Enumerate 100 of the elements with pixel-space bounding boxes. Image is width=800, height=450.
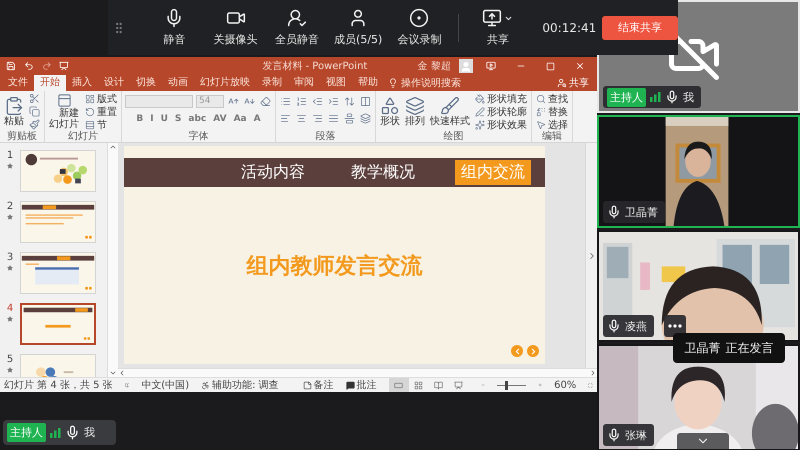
presentation-icon[interactable]: [59, 61, 70, 71]
ribbon-button[interactable]: 新建幻灯片: [48, 93, 81, 130]
ribbon-button[interactable]: 粘贴: [3, 96, 25, 127]
format-button[interactable]: A: [252, 112, 263, 125]
ribbon-button[interactable]: 替换: [535, 105, 569, 118]
ribbon-tab[interactable]: 设计: [98, 75, 130, 91]
scrollbar[interactable]: [107, 143, 118, 377]
scroll-up-icon[interactable]: [109, 143, 117, 151]
arrange-icon: [405, 96, 425, 116]
ribbon-button[interactable]: 排列: [404, 96, 426, 127]
font-field[interactable]: [125, 95, 193, 108]
toolbar-button[interactable]: 静音: [144, 8, 205, 47]
collapse-button[interactable]: [677, 433, 729, 449]
ribbon-icon-button[interactable]: [311, 112, 324, 125]
ribbon-icon-button[interactable]: [343, 112, 356, 125]
share-button[interactable]: 共享: [549, 75, 597, 91]
star-icon: [7, 316, 13, 322]
format-button[interactable]: S: [172, 112, 184, 125]
ribbon-icon-button[interactable]: [295, 95, 308, 108]
format-button[interactable]: abc: [186, 112, 208, 125]
slide-number: 4: [6, 303, 14, 314]
microphone-icon[interactable]: [65, 425, 80, 440]
slide-number: 2: [6, 201, 14, 212]
ribbon-icon-button[interactable]: [359, 95, 372, 108]
ribbon-button[interactable]: 选择: [535, 118, 569, 131]
scroll-right-icon[interactable]: [589, 369, 597, 377]
spelling-icon[interactable]: [124, 380, 130, 390]
ribbon-icon-button[interactable]: [327, 95, 340, 108]
grid-icon: [414, 380, 424, 390]
section-label: 教学概况: [350, 161, 416, 183]
ribbon-icon-button[interactable]: [359, 112, 372, 125]
format-button[interactable]: Aa: [232, 112, 249, 125]
notes-button[interactable]: 备注: [302, 378, 334, 392]
toolbar-button[interactable]: 全员静音: [266, 8, 328, 47]
close-icon[interactable]: [575, 61, 586, 71]
ribbon-tab[interactable]: 切换: [130, 75, 162, 91]
toolbar-button[interactable]: 会议录制: [388, 8, 450, 47]
comments-button[interactable]: 批注: [346, 378, 377, 392]
video-tile[interactable]: 卫晶菁: [597, 115, 800, 228]
ribbon-tab[interactable]: 幻灯片放映: [194, 75, 256, 91]
format-button[interactable]: B: [134, 112, 146, 125]
ribbon-icon-button[interactable]: [311, 95, 324, 108]
ribbon-icon-button[interactable]: [343, 95, 356, 108]
ribbon-icon-button[interactable]: [259, 95, 272, 108]
zoom-level: 60%: [554, 378, 576, 392]
align-right-icon: [312, 113, 323, 124]
rows-icon: [85, 120, 95, 130]
ribbon-icon-button[interactable]: [28, 118, 41, 131]
ribbon-tab[interactable]: 审阅: [288, 75, 320, 91]
video-tile[interactable]: 凌燕: [597, 230, 800, 342]
rectangle-icon: [394, 380, 404, 390]
undo-icon[interactable]: [24, 61, 34, 71]
ribbon-tab[interactable]: 开始: [34, 75, 66, 91]
display-icon[interactable]: [486, 61, 496, 71]
redo-icon[interactable]: [42, 61, 52, 71]
toolbar-button[interactable]: 关摄像头: [204, 8, 266, 47]
fit-icon[interactable]: [588, 380, 593, 390]
ribbon-tab[interactable]: 录制: [256, 75, 288, 91]
ribbon-icon-button[interactable]: [279, 112, 292, 125]
ribbon-icon-button[interactable]: [327, 112, 340, 125]
accessibility-button[interactable]: 辅助功能: 调查: [201, 378, 279, 392]
maximize-icon[interactable]: [546, 62, 556, 70]
ribbon-button[interactable]: 形状轮廓: [474, 105, 528, 118]
ribbon-tab[interactable]: 动画: [162, 75, 194, 91]
ribbon-icon-button[interactable]: [295, 112, 308, 125]
ribbon-tab[interactable]: 文件: [2, 75, 34, 91]
ribbon-button[interactable]: 快速样式: [429, 96, 471, 127]
scrollbar[interactable]: [585, 143, 597, 368]
monitor-icon: [482, 8, 502, 28]
toolbar-button[interactable]: 共享: [467, 8, 528, 47]
ribbon-button[interactable]: 重置: [84, 105, 118, 118]
participant-name: 凌燕: [625, 318, 647, 334]
fill-icon: [475, 94, 485, 104]
slide-count: 幻灯片 第 4 张，共 5 张: [4, 378, 113, 392]
format-button[interactable]: U: [158, 112, 170, 125]
slide-thumbnail[interactable]: [20, 303, 96, 345]
format-button[interactable]: AV: [211, 112, 229, 125]
scrollbar[interactable]: [118, 368, 597, 377]
ribbon-icon-button[interactable]: [28, 105, 41, 118]
normal-view-button[interactable]: [388, 378, 409, 392]
ribbon-tab[interactable]: 视图: [320, 75, 352, 91]
ribbon-button[interactable]: 形状填充: [474, 92, 528, 105]
ribbon-tab[interactable]: 帮助: [352, 75, 384, 91]
ribbon-button[interactable]: 版式: [84, 92, 118, 105]
format-button[interactable]: I: [148, 112, 156, 125]
save-icon[interactable]: [6, 61, 16, 71]
toolbar-button[interactable]: 成员(5/5): [328, 8, 389, 47]
more-button[interactable]: [664, 315, 686, 337]
ribbon-button[interactable]: 形状效果: [474, 118, 528, 131]
scroll-left-icon[interactable]: [118, 369, 126, 377]
ribbon-button[interactable]: 形状: [379, 96, 401, 127]
avatar-icon[interactable]: [458, 59, 473, 73]
scroll-down-icon[interactable]: [109, 369, 117, 377]
zoom-thumb[interactable]: [504, 380, 508, 390]
ribbon-button[interactable]: 节: [84, 118, 108, 131]
ribbon-button[interactable]: 查找: [535, 92, 569, 105]
section-label: 活动内容: [240, 161, 306, 183]
tell-me-search[interactable]: 操作说明搜索: [384, 75, 465, 91]
ribbon-tab[interactable]: 插入: [66, 75, 98, 91]
ribbon-icon-button[interactable]: [28, 92, 41, 105]
